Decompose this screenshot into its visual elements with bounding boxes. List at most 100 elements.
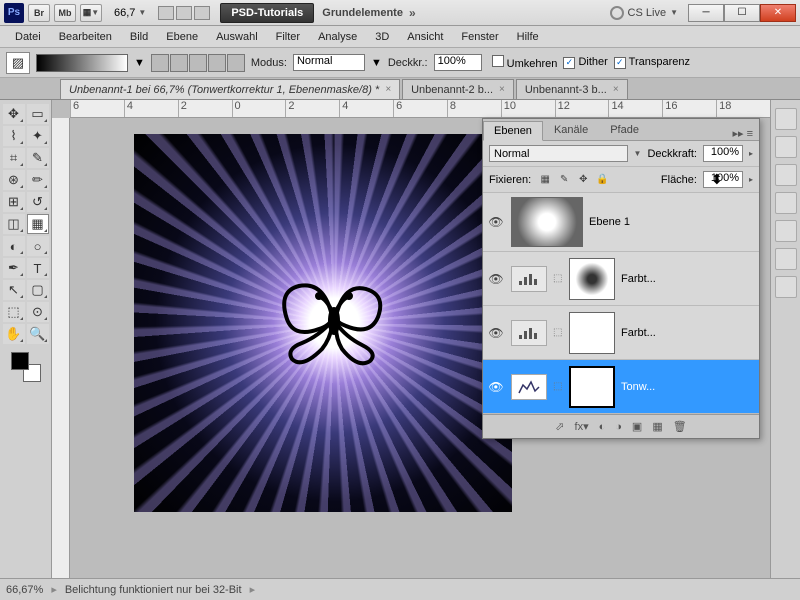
masks-panel-icon[interactable]: [775, 220, 797, 242]
link-layers-icon[interactable]: ⬀: [555, 420, 564, 433]
lock-transparency-icon[interactable]: ▦: [537, 172, 553, 188]
link-icon[interactable]: ⬚: [553, 273, 563, 284]
layer-mask-icon[interactable]: ◐: [599, 421, 606, 433]
history-brush-tool[interactable]: ↺: [27, 192, 49, 212]
workspace-selector[interactable]: Grundelemente: [322, 7, 403, 19]
menu-bearbeiten[interactable]: Bearbeiten: [50, 31, 121, 43]
eraser-tool[interactable]: ◫: [3, 214, 25, 234]
zoom-level[interactable]: 66,7▼: [110, 7, 150, 19]
adjustment-icon[interactable]: [511, 320, 547, 346]
pen-tool[interactable]: ✒: [3, 258, 25, 278]
tab-pfade[interactable]: Pfade: [599, 120, 650, 140]
heal-tool[interactable]: ⊛: [3, 170, 25, 190]
layer-row[interactable]: 👁 ⬚ Tonw...: [483, 360, 759, 414]
layer-mask[interactable]: [569, 366, 615, 408]
zoom-tool[interactable]: 🔍: [27, 324, 49, 344]
character-panel-icon[interactable]: [775, 276, 797, 298]
layer-name[interactable]: Tonw...: [621, 381, 755, 393]
layer-style-icon[interactable]: fx▾: [575, 420, 589, 433]
menu-analyse[interactable]: Analyse: [309, 31, 366, 43]
layer-thumbnail[interactable]: [511, 197, 583, 247]
adjustment-icon[interactable]: [511, 374, 547, 400]
visibility-icon[interactable]: 👁: [487, 272, 505, 286]
layout-button[interactable]: ▦▼: [80, 4, 102, 22]
close-button[interactable]: ✕: [760, 4, 796, 22]
menu-hilfe[interactable]: Hilfe: [508, 31, 548, 43]
adjustment-layer-icon[interactable]: ◑: [615, 421, 622, 433]
gradient-tool[interactable]: ▦: [27, 214, 49, 234]
mode-select[interactable]: Normal: [293, 54, 365, 71]
opacity-input[interactable]: 100%: [434, 54, 482, 71]
view-mode-buttons[interactable]: [158, 6, 210, 20]
group-icon[interactable]: ▣: [632, 420, 642, 433]
menu-auswahl[interactable]: Auswahl: [207, 31, 267, 43]
minibridge-button[interactable]: Mb: [54, 4, 76, 22]
shape-tool[interactable]: ▢: [27, 280, 49, 300]
brush-tool[interactable]: ✏: [27, 170, 49, 190]
lock-position-icon[interactable]: ✥: [575, 172, 591, 188]
document-tab[interactable]: Unbenannt-1 bei 66,7% (Tonwertkorrektur …: [60, 79, 400, 99]
blur-tool[interactable]: ◐: [3, 236, 25, 256]
minimize-button[interactable]: ─: [688, 4, 724, 22]
fill-field[interactable]: 100%: [703, 171, 743, 188]
psd-tutorials-badge[interactable]: PSD-Tutorials: [220, 3, 314, 23]
tab-kanaele[interactable]: Kanäle: [543, 120, 599, 140]
layer-mask[interactable]: [569, 312, 615, 354]
visibility-icon[interactable]: 👁: [487, 380, 505, 394]
menu-datei[interactable]: Datei: [6, 31, 50, 43]
crop-tool[interactable]: ⌗: [3, 148, 25, 168]
type-tool[interactable]: T: [27, 258, 49, 278]
chevron-down-icon[interactable]: ▼: [371, 57, 382, 69]
layer-name[interactable]: Farbt...: [621, 327, 755, 339]
paragraph-panel-icon[interactable]: [775, 248, 797, 270]
menu-ebene[interactable]: Ebene: [157, 31, 207, 43]
swatches-panel-icon[interactable]: [775, 136, 797, 158]
layer-row[interactable]: 👁 ⬚ Farbt...: [483, 306, 759, 360]
gradient-type-buttons[interactable]: [151, 54, 245, 72]
wand-tool[interactable]: ✦: [27, 126, 49, 146]
layer-name[interactable]: Farbt...: [621, 273, 755, 285]
opacity-field[interactable]: 100%: [703, 145, 743, 162]
menu-filter[interactable]: Filter: [267, 31, 309, 43]
foreground-color[interactable]: [11, 352, 29, 370]
move-tool[interactable]: ✥: [3, 104, 25, 124]
tool-preset-picker[interactable]: ▨: [6, 52, 30, 74]
close-icon[interactable]: ×: [499, 84, 505, 95]
gradient-picker[interactable]: [36, 54, 128, 72]
styles-panel-icon[interactable]: [775, 164, 797, 186]
adjustments-panel-icon[interactable]: [775, 192, 797, 214]
color-panel-icon[interactable]: [775, 108, 797, 130]
visibility-icon[interactable]: 👁: [487, 326, 505, 340]
layer-name[interactable]: Ebene 1: [589, 216, 755, 228]
layers-panel[interactable]: Ebenen Kanäle Pfade ▸▸ ≡ Normal ▼ Deckkr…: [482, 118, 760, 439]
lasso-tool[interactable]: ⌇: [3, 126, 25, 146]
transparency-checkbox[interactable]: ✓: [614, 57, 626, 69]
menu-bild[interactable]: Bild: [121, 31, 157, 43]
maximize-button[interactable]: ☐: [724, 4, 760, 22]
layer-row[interactable]: 👁 ⬚ Farbt...: [483, 252, 759, 306]
panel-menu-icon[interactable]: ▸▸ ≡: [726, 127, 759, 140]
reverse-checkbox[interactable]: [492, 55, 504, 67]
hand-tool[interactable]: ✋: [3, 324, 25, 344]
delete-layer-icon[interactable]: 🗑: [673, 420, 687, 433]
menu-fenster[interactable]: Fenster: [452, 31, 507, 43]
3d-tool[interactable]: ⬚: [3, 302, 25, 322]
document-tab[interactable]: Unbenannt-3 b...×: [516, 79, 628, 99]
color-swatches[interactable]: [11, 352, 41, 382]
dodge-tool[interactable]: ○: [27, 236, 49, 256]
marquee-tool[interactable]: ▭: [27, 104, 49, 124]
adjustment-icon[interactable]: [511, 266, 547, 292]
bridge-button[interactable]: Br: [28, 4, 50, 22]
lock-pixels-icon[interactable]: ✎: [556, 172, 572, 188]
blend-mode-select[interactable]: Normal: [489, 145, 628, 162]
document-tab[interactable]: Unbenannt-2 b...×: [402, 79, 514, 99]
layer-row[interactable]: 👁 Ebene 1: [483, 193, 759, 252]
new-layer-icon[interactable]: ▦: [652, 420, 662, 433]
eyedropper-tool[interactable]: ✎: [27, 148, 49, 168]
path-tool[interactable]: ↖: [3, 280, 25, 300]
status-zoom[interactable]: 66,67%: [6, 584, 43, 596]
visibility-icon[interactable]: 👁: [487, 215, 505, 229]
menu-3d[interactable]: 3D: [366, 31, 398, 43]
lock-all-icon[interactable]: 🔒: [594, 172, 610, 188]
cs-live-button[interactable]: CS Live▼: [610, 6, 678, 20]
